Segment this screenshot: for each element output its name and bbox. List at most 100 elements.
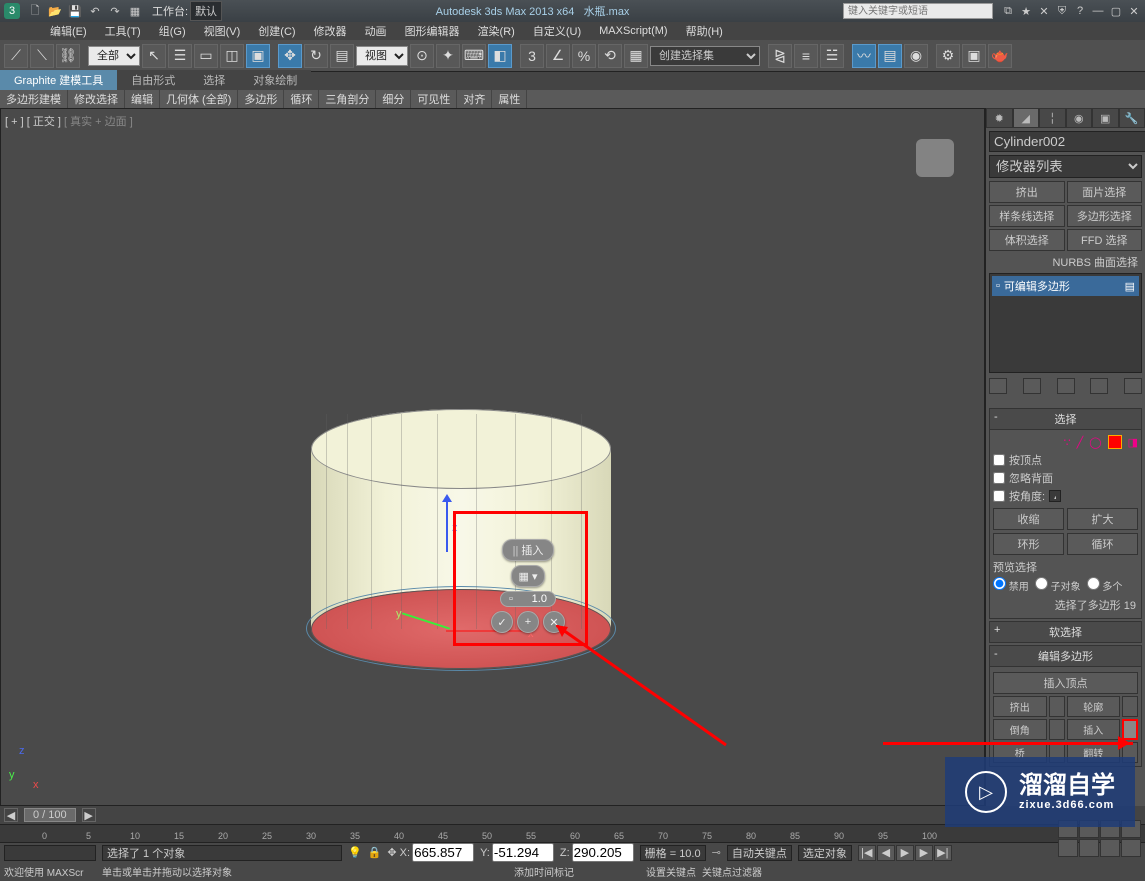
modifier-list-combo[interactable]: 修改器列表 bbox=[989, 155, 1142, 178]
render-icon[interactable]: 🫖 bbox=[988, 44, 1012, 68]
material-icon[interactable]: ◉ bbox=[904, 44, 928, 68]
object-name-input[interactable] bbox=[989, 131, 1145, 152]
sr-mod-sel[interactable]: 修改选择 bbox=[68, 90, 125, 108]
coord-y-input[interactable] bbox=[492, 843, 554, 862]
cylinder-model[interactable] bbox=[306, 409, 616, 699]
maximize-icon[interactable]: ▢ bbox=[1109, 4, 1123, 18]
menu-render[interactable]: 渲染(R) bbox=[470, 22, 523, 40]
schematic-icon[interactable]: ▤ bbox=[878, 44, 902, 68]
ep-bevel[interactable]: 倒角 bbox=[993, 719, 1047, 740]
next-frame-icon[interactable]: ▶ bbox=[915, 845, 933, 861]
menu-help[interactable]: 帮助(H) bbox=[678, 22, 731, 40]
minimize-icon[interactable]: — bbox=[1091, 4, 1105, 18]
nav-pan-icon[interactable] bbox=[1058, 839, 1078, 857]
radio-subobj[interactable]: 子对象 bbox=[1035, 577, 1081, 593]
menu-group[interactable]: 组(G) bbox=[151, 22, 194, 40]
remove-mod-icon[interactable] bbox=[1090, 378, 1108, 394]
manip-icon[interactable]: ✦ bbox=[436, 44, 460, 68]
so-edge-icon[interactable]: ╱ bbox=[1077, 436, 1084, 449]
selection-filter-combo[interactable]: 全部 bbox=[88, 46, 140, 66]
keyboard-icon[interactable]: ⌨ bbox=[462, 44, 486, 68]
by-angle-check[interactable] bbox=[993, 490, 1005, 502]
open-icon[interactable]: 📂 bbox=[46, 2, 64, 20]
radio-multi[interactable]: 多个 bbox=[1087, 577, 1123, 593]
prev-frame-icon[interactable]: ◀ bbox=[877, 845, 895, 861]
ref-coord-combo[interactable]: 视图 bbox=[356, 46, 408, 66]
undo-icon[interactable]: ↶ bbox=[86, 2, 104, 20]
sr-loop[interactable]: 循环 bbox=[284, 90, 319, 108]
so-border-icon[interactable]: ◯ bbox=[1089, 436, 1101, 449]
select-paint-icon[interactable]: ▣ bbox=[246, 44, 270, 68]
menu-tools[interactable]: 工具(T) bbox=[97, 22, 149, 40]
caddy-type-button[interactable]: ▦ ▾ bbox=[511, 565, 545, 587]
mod-patch[interactable]: 面片选择 bbox=[1067, 181, 1143, 203]
ep-inset[interactable]: 插入 bbox=[1067, 719, 1121, 740]
caddy-amount-input[interactable] bbox=[517, 593, 547, 605]
motion-tab-icon[interactable]: ◉ bbox=[1066, 108, 1093, 128]
comm-icon[interactable]: ⛨ bbox=[1055, 4, 1069, 18]
unique-icon[interactable] bbox=[1057, 378, 1075, 394]
so-polygon-icon[interactable] bbox=[1108, 435, 1122, 449]
caddy-apply-button[interactable]: + bbox=[517, 611, 539, 633]
ep-extrude[interactable]: 挤出 bbox=[993, 696, 1047, 717]
snap-3-icon[interactable]: 3 bbox=[520, 44, 544, 68]
sr-geom[interactable]: 几何体 (全部) bbox=[160, 90, 238, 108]
exchange-icon[interactable]: ✕ bbox=[1037, 4, 1051, 18]
utilities-tab-icon[interactable]: 🔧 bbox=[1119, 108, 1145, 128]
spinner-snap-icon[interactable]: ⟲ bbox=[598, 44, 622, 68]
pin-stack-icon[interactable] bbox=[989, 378, 1007, 394]
select-link-icon[interactable]: ⟋ bbox=[4, 44, 28, 68]
shrink-button[interactable]: 收缩 bbox=[993, 508, 1064, 530]
sr-align[interactable]: 对齐 bbox=[457, 90, 492, 108]
named-icon[interactable]: ▦ bbox=[624, 44, 648, 68]
play-icon[interactable]: ▶ bbox=[896, 845, 914, 861]
tab-graphite[interactable]: Graphite 建模工具 bbox=[0, 70, 117, 90]
script-box[interactable] bbox=[4, 845, 96, 861]
snap-2d-icon[interactable]: ◧ bbox=[488, 44, 512, 68]
sr-edit[interactable]: 编辑 bbox=[125, 90, 160, 108]
named-sel-combo[interactable]: 创建选择集 bbox=[650, 46, 760, 66]
ep-extrude-set[interactable] bbox=[1049, 696, 1065, 717]
rotate-icon[interactable]: ↻ bbox=[304, 44, 328, 68]
mirror-icon[interactable]: ⧎ bbox=[768, 44, 792, 68]
sel-set-combo[interactable]: 选定对象 bbox=[798, 845, 852, 861]
goto-start-icon[interactable]: |◀ bbox=[858, 845, 876, 861]
loop-button[interactable]: 循环 bbox=[1067, 533, 1138, 555]
layer-icon[interactable]: ☱ bbox=[820, 44, 844, 68]
ignore-back-check[interactable] bbox=[993, 472, 1005, 484]
tab-freeform[interactable]: 自由形式 bbox=[117, 70, 189, 90]
project-icon[interactable]: ▦ bbox=[126, 2, 144, 20]
menu-customize[interactable]: 自定义(U) bbox=[525, 22, 589, 40]
mod-nurbs[interactable]: NURBS 曲面选择 bbox=[989, 254, 1142, 270]
sr-subdiv[interactable]: 细分 bbox=[376, 90, 411, 108]
lock-icon[interactable]: 💡 bbox=[348, 846, 362, 859]
auto-key-button[interactable]: 自动关键点 bbox=[727, 845, 792, 861]
redo-icon[interactable]: ↷ bbox=[106, 2, 124, 20]
caddy-ok-button[interactable]: ✓ bbox=[491, 611, 513, 633]
ring-button[interactable]: 环形 bbox=[993, 533, 1064, 555]
so-vertex-icon[interactable]: ∵ bbox=[1064, 436, 1071, 449]
sr-prop[interactable]: 属性 bbox=[492, 90, 527, 108]
menu-create[interactable]: 创建(C) bbox=[250, 22, 303, 40]
scale-icon[interactable]: ▤ bbox=[330, 44, 354, 68]
unlink-icon[interactable]: ⟍ bbox=[30, 44, 54, 68]
modifier-stack[interactable]: ▫ 可编辑多边形 ▤ bbox=[989, 273, 1142, 373]
mod-poly[interactable]: 多边形选择 bbox=[1067, 205, 1143, 227]
app-icon[interactable]: 3 bbox=[4, 3, 20, 19]
time-prev[interactable]: ◀ bbox=[4, 808, 18, 822]
rollout-edit-poly-header[interactable]: -编辑多边形 bbox=[989, 645, 1142, 667]
mod-vol[interactable]: 体积选择 bbox=[989, 229, 1065, 251]
render-frame-icon[interactable]: ▣ bbox=[962, 44, 986, 68]
sr-tri[interactable]: 三角剖分 bbox=[319, 90, 376, 108]
tab-paint[interactable]: 对象绘制 bbox=[239, 70, 311, 90]
angle-spinner[interactable] bbox=[1049, 490, 1061, 502]
config-icon[interactable] bbox=[1124, 378, 1142, 394]
window-cross-icon[interactable]: ◫ bbox=[220, 44, 244, 68]
mod-spline[interactable]: 样条线选择 bbox=[989, 205, 1065, 227]
rollout-selection-header[interactable]: -选择 bbox=[989, 408, 1142, 430]
stack-subobj-icon[interactable]: ▤ bbox=[1125, 280, 1135, 293]
move-icon[interactable]: ✥ bbox=[278, 44, 302, 68]
caddy-cancel-button[interactable]: ✕ bbox=[543, 611, 565, 633]
menu-views[interactable]: 视图(V) bbox=[196, 22, 249, 40]
ep-outline[interactable]: 轮廓 bbox=[1067, 696, 1121, 717]
